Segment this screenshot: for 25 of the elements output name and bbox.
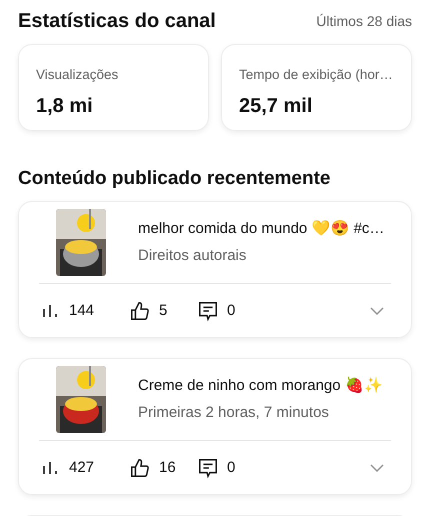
stat-label: Visualizações: [36, 66, 118, 84]
comment-icon: [197, 300, 219, 322]
thumbs-up-icon: [129, 457, 151, 479]
like-count: 16: [159, 458, 176, 478]
view-count: 144: [69, 300, 94, 321]
comment-count: 0: [227, 300, 236, 321]
stat-card[interactable]: Tempo de exibição (hor… 25,7 mil: [221, 44, 412, 131]
video-title: Creme de ninho com morango 🍓✨: [138, 376, 383, 396]
period-label: Últimos 28 dias: [316, 12, 412, 30]
video-card[interactable]: melhor comida do mundo 💛😍 #c… Direitos autorais 144 5 0: [18, 201, 412, 338]
like-count: 5: [159, 300, 168, 321]
stat-value: 1,8 mi: [36, 94, 94, 120]
stat-value: 25,7 mil: [239, 94, 314, 120]
stat-label: Tempo de exibição (hor…: [239, 66, 393, 84]
video-card[interactable]: Creme de ninho com morango 🍓✨ Primeiras 2 horas, 7 minutos 427 16 0: [18, 358, 412, 495]
comment-icon: [197, 457, 219, 479]
stat-card[interactable]: Visualizações 1,8 mi: [18, 44, 209, 131]
section-title: Estatísticas do canal: [18, 9, 216, 34]
view-count: 427: [69, 458, 94, 478]
video-title: melhor comida do mundo 💛😍 #c…: [138, 219, 384, 239]
section-title: Conteúdo publicado recentemente: [18, 167, 332, 189]
video-subtitle: Primeiras 2 horas, 7 minutos: [138, 402, 330, 422]
video-subtitle: Direitos autorais: [138, 246, 248, 266]
thumbs-up-icon: [129, 300, 151, 322]
comment-count: 0: [227, 458, 236, 478]
